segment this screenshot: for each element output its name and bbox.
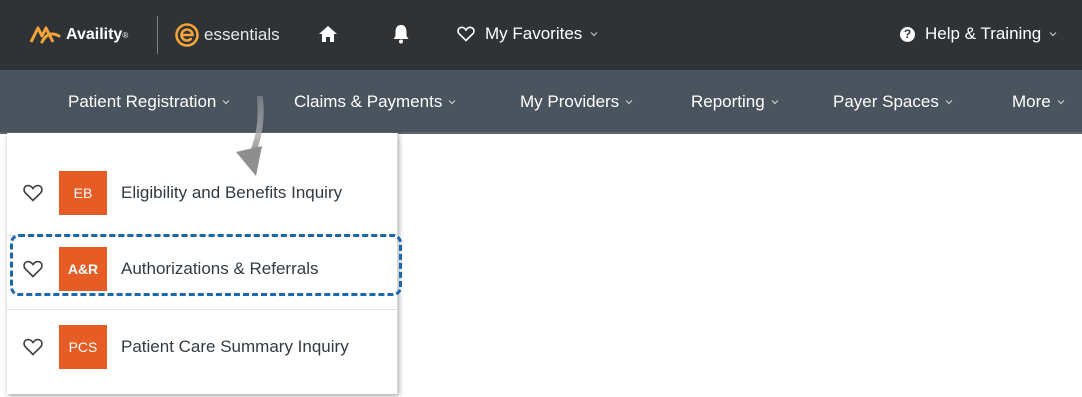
bell-icon[interactable] [392,24,410,44]
app-badge: EB [59,171,107,215]
heart-icon [457,26,475,42]
question-circle-icon: ? [900,26,915,42]
highlight-box [10,234,402,296]
chevron-down-icon [771,100,779,105]
availity-logo-icon [29,26,61,44]
nav-item-label: Claims & Payments [294,92,443,111]
dropdown-item-eligibility[interactable]: EB Eligibility and Benefits Inquiry [7,171,397,215]
pointer-arrow-icon [236,96,264,176]
chevron-down-icon [1049,32,1057,37]
nav-item-label: My Providers [520,92,620,111]
product-name: essentials [204,25,280,44]
nav-reporting[interactable]: Reporting [691,92,779,112]
main-nav-bar: Patient Registration Claims & Payments M… [0,70,1082,134]
chevron-down-icon [625,100,633,105]
favorites-label: My Favorites [485,24,583,43]
nav-patient-registration[interactable]: Patient Registration [68,92,230,112]
dropdown-item-label: Eligibility and Benefits Inquiry [121,183,343,202]
nav-my-providers[interactable]: My Providers [520,92,633,112]
essentials-logo[interactable]: essentials [174,22,280,48]
chevron-down-icon [590,32,598,37]
heart-icon[interactable] [23,184,43,202]
nav-item-label: Reporting [691,92,765,111]
top-header-bar: Availity ® essentials My Favorites ? Help… [0,0,1082,70]
dropdown-item-patient-care-summary[interactable]: PCS Patient Care Summary Inquiry [7,325,397,369]
home-icon[interactable] [318,25,338,43]
nav-payer-spaces[interactable]: Payer Spaces [833,92,953,112]
nav-item-label: Payer Spaces [833,92,939,111]
heart-icon[interactable] [23,338,43,356]
dropdown-item-label: Patient Care Summary Inquiry [121,337,349,356]
chevron-down-icon [448,100,456,105]
essentials-logo-icon [175,23,199,47]
help-training-menu[interactable]: ? Help & Training [900,24,1057,44]
availity-logo[interactable]: Availity ® [28,22,128,48]
nav-claims-payments[interactable]: Claims & Payments [294,92,456,112]
app-badge: PCS [59,325,107,369]
my-favorites-menu[interactable]: My Favorites [457,24,608,44]
brand-name: Availity [66,26,123,43]
dropdown-divider [7,309,397,310]
help-label: Help & Training [925,24,1042,43]
nav-more[interactable]: More [1012,92,1065,112]
chevron-down-icon [1057,100,1065,105]
chevron-down-icon [945,100,953,105]
nav-item-label: Patient Registration [68,92,217,111]
nav-item-label: More [1012,92,1051,111]
brand-trademark: ® [122,30,129,40]
header-divider [157,16,158,54]
